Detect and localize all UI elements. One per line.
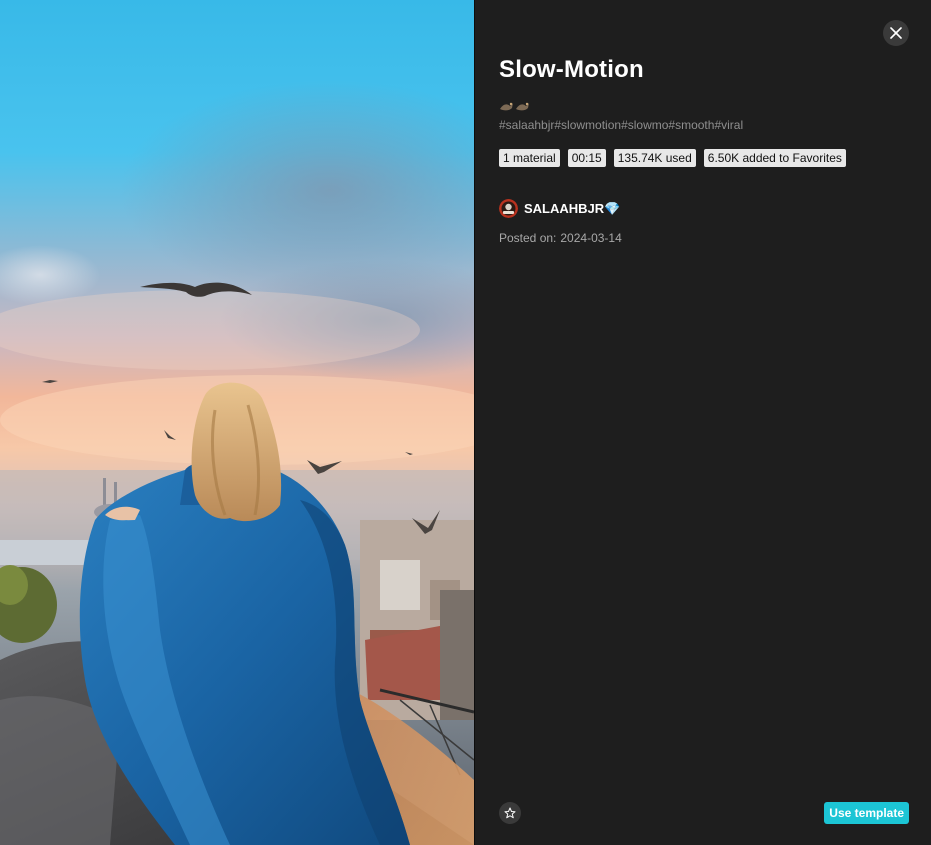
star-icon	[504, 807, 516, 819]
author-avatar	[499, 199, 518, 218]
author-profile-link[interactable]: SALAAHBJR💎	[499, 199, 620, 218]
template-title: Slow-Motion	[499, 56, 644, 83]
hashtags: #salaahbjr#slowmotion#slowmo#smooth#vira…	[499, 118, 744, 132]
posted-label: Posted on:	[499, 231, 557, 245]
bird-emoji-icon	[500, 102, 529, 111]
close-button[interactable]	[883, 20, 909, 46]
posted-date: Posted on: 2024-03-14	[499, 231, 622, 245]
use-template-button[interactable]: Use template	[824, 802, 909, 824]
duration-badge: 00:15	[567, 149, 606, 167]
close-icon	[890, 27, 902, 39]
avatar-icon	[499, 199, 518, 218]
posted-date-value: 2024-03-14	[560, 231, 622, 245]
details-panel: Slow-Motion #salaahbjr#slowmotion#slowmo…	[475, 0, 931, 845]
preview-image	[0, 0, 474, 845]
used-count-badge: 135.74K used	[613, 149, 696, 167]
materials-badge: 1 material	[499, 149, 560, 167]
video-preview[interactable]	[0, 0, 474, 845]
favorites-count-badge: 6.50K added to Favorites	[703, 149, 846, 167]
favorite-button[interactable]	[499, 802, 521, 824]
description-emoji	[499, 98, 531, 114]
template-stats: 1 material 00:15 135.74K used 6.50K adde…	[499, 149, 846, 167]
template-detail-dialog: Slow-Motion #salaahbjr#slowmotion#slowmo…	[0, 0, 931, 845]
author-name: SALAAHBJR💎	[524, 200, 621, 216]
